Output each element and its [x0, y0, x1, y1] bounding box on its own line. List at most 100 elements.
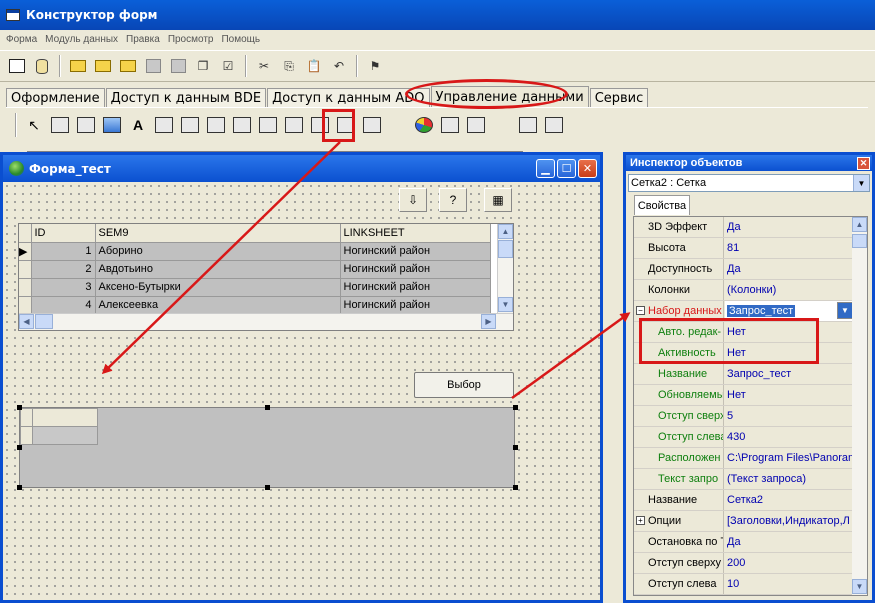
menu-form[interactable]: Форма: [6, 34, 37, 45]
save-all-icon[interactable]: [167, 55, 189, 77]
db-memo-icon[interactable]: [74, 113, 98, 137]
property-row[interactable]: Отступ сверху 200: [634, 553, 853, 574]
scroll-up-icon[interactable]: ▲: [852, 217, 867, 232]
cell-sem9[interactable]: Алексеевка: [95, 296, 341, 315]
db-combo-icon[interactable]: [152, 113, 176, 137]
db-report-icon[interactable]: [516, 113, 540, 137]
db-checkbox-icon[interactable]: [204, 113, 228, 137]
resize-handle[interactable]: [17, 485, 22, 490]
chevron-down-icon[interactable]: ▼: [853, 175, 869, 191]
property-value[interactable]: [Заголовки,Индикатор,Л: [725, 511, 853, 531]
cell-linksheet[interactable]: Ногинский район: [340, 296, 491, 315]
resize-handle[interactable]: [17, 445, 22, 450]
scroll-thumb[interactable]: [852, 234, 867, 248]
open-folder-icon[interactable]: [117, 55, 139, 77]
db-label-icon[interactable]: [48, 113, 72, 137]
property-row[interactable]: Высота 81: [634, 238, 853, 259]
db-navigator-icon[interactable]: [360, 113, 384, 137]
scroll-up-icon[interactable]: ▲: [498, 224, 513, 239]
data-grid-2-selected[interactable]: [17, 405, 518, 490]
property-value[interactable]: Запрос_тест: [725, 364, 853, 384]
maximize-button[interactable]: ☐: [557, 159, 576, 178]
checklist-icon[interactable]: ☑: [217, 55, 239, 77]
property-row[interactable]: Текст запро (Текст запроса): [634, 469, 853, 490]
close-button[interactable]: ✕: [578, 159, 597, 178]
table-component-icon[interactable]: ▦: [484, 188, 512, 212]
property-row[interactable]: Отступ слева 10: [634, 574, 853, 595]
copy-icon[interactable]: ⎘: [278, 55, 300, 77]
property-row[interactable]: Название Сетка2: [634, 490, 853, 511]
property-value[interactable]: Нет: [725, 385, 853, 405]
db-list-icon[interactable]: [178, 113, 202, 137]
tab-service[interactable]: Сервис: [589, 88, 649, 108]
property-row[interactable]: 3D Эффект Да: [634, 217, 853, 238]
property-value[interactable]: Да: [725, 217, 853, 237]
tab-bde-access[interactable]: Доступ к данным BDE: [105, 88, 267, 108]
resize-handle[interactable]: [265, 485, 270, 490]
menu-help[interactable]: Помощь: [221, 34, 260, 45]
property-row[interactable]: Доступность Да: [634, 259, 853, 280]
scroll-thumb[interactable]: [35, 314, 53, 329]
db-chart-icon[interactable]: [412, 113, 436, 137]
expand-icon[interactable]: +: [636, 516, 645, 525]
table-row[interactable]: 4 Алексеевка Ногинский район: [19, 296, 491, 315]
cut-icon[interactable]: ✂: [253, 55, 275, 77]
grid-horizontal-scrollbar[interactable]: ◀ ▶: [19, 313, 513, 330]
property-value[interactable]: Да: [725, 259, 853, 279]
open-folder-icon[interactable]: [92, 55, 114, 77]
property-row[interactable]: Опции + [Заголовки,Индикатор,Л: [634, 511, 853, 532]
object-selector[interactable]: Сетка2 : Сетка ▼: [628, 174, 870, 192]
cell-linksheet[interactable]: Ногинский район: [340, 242, 491, 261]
property-value[interactable]: 430: [725, 427, 853, 447]
db-image-icon[interactable]: [100, 113, 124, 137]
menu-data-module[interactable]: Модуль данных: [45, 34, 118, 45]
tab-design[interactable]: Оформление: [6, 88, 105, 108]
save-icon[interactable]: [142, 55, 164, 77]
property-row[interactable]: Название Запрос_тест: [634, 364, 853, 385]
grid-vertical-scrollbar[interactable]: ▲ ▼: [497, 224, 513, 313]
menu-edit[interactable]: Правка: [126, 34, 160, 45]
property-value[interactable]: (Текст запроса): [725, 469, 853, 489]
property-row[interactable]: Остановка по Т Да: [634, 532, 853, 553]
scroll-left-icon[interactable]: ◀: [19, 314, 34, 329]
db-rich-edit-icon[interactable]: [542, 113, 566, 137]
resize-handle[interactable]: [513, 485, 518, 490]
database-icon[interactable]: [31, 55, 53, 77]
run-icon[interactable]: ⚑: [364, 55, 386, 77]
table-row[interactable]: ▶ 1 Аборино Ногинский район: [19, 242, 491, 261]
property-value[interactable]: (Колонки): [725, 280, 853, 300]
cell-linksheet[interactable]: Ногинский район: [340, 278, 491, 297]
new-form-icon[interactable]: [6, 55, 28, 77]
minimize-button[interactable]: ▁: [536, 159, 555, 178]
cell-linksheet[interactable]: Ногинский район: [340, 260, 491, 279]
db-lookup-icon[interactable]: [230, 113, 254, 137]
property-value[interactable]: 5: [725, 406, 853, 426]
copy-window-icon[interactable]: ❐: [192, 55, 214, 77]
db-lookup-list-icon[interactable]: [256, 113, 280, 137]
scroll-down-icon[interactable]: ▼: [498, 297, 513, 312]
property-scrollbar[interactable]: ▲ ▼: [852, 217, 867, 595]
menu-view[interactable]: Просмотр: [168, 34, 214, 45]
cell-id[interactable]: 3: [31, 278, 96, 297]
cell-id[interactable]: 2: [31, 260, 96, 279]
property-value[interactable]: Сетка2: [725, 490, 853, 510]
cell-id[interactable]: 1: [31, 242, 96, 261]
cell-sem9[interactable]: Аксено-Бутырки: [95, 278, 341, 297]
property-value[interactable]: 200: [725, 553, 853, 573]
property-row[interactable]: Обновляемы Нет: [634, 385, 853, 406]
resize-handle[interactable]: [513, 405, 518, 410]
property-row[interactable]: Отступ сверх 5: [634, 406, 853, 427]
sql-component-icon[interactable]: ?: [439, 188, 467, 212]
property-value[interactable]: 81: [725, 238, 853, 258]
property-row[interactable]: Расположен C:\Program Files\Panoram: [634, 448, 853, 469]
table-row[interactable]: 3 Аксено-Бутырки Ногинский район: [19, 278, 491, 297]
column-header-id[interactable]: ID: [31, 224, 96, 243]
chevron-down-icon[interactable]: ▼: [837, 302, 853, 319]
property-row[interactable]: Отступ слева 430: [634, 427, 853, 448]
close-icon[interactable]: ✕: [857, 156, 870, 170]
cell-id[interactable]: 4: [31, 296, 96, 315]
scroll-right-icon[interactable]: ▶: [481, 314, 496, 329]
select-button[interactable]: Выбор: [414, 372, 514, 398]
form-design-surface[interactable]: ⇩ ? ▦ ID SEM9 LINKSHEET ▶ 1 Аборино Ноги…: [3, 182, 600, 600]
tab-properties[interactable]: Свойства: [634, 195, 690, 215]
